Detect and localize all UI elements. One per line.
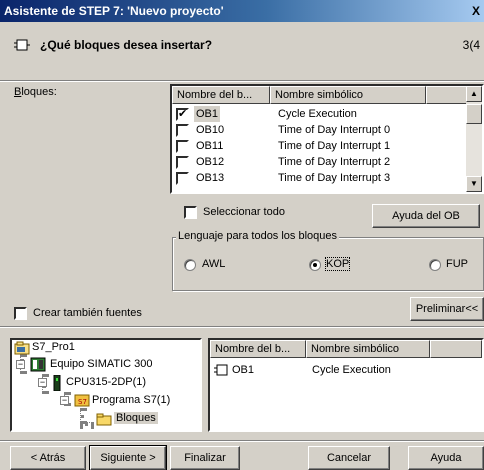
table-row[interactable]: OB1 Cycle Execution [210,362,480,378]
blocks-label: Bloques: [14,86,57,98]
cpu-icon [53,375,61,391]
footer-divider [0,440,484,442]
back-button[interactable]: < Atrás [10,446,86,470]
preview-button[interactable]: Preliminar<< [410,297,484,321]
next-button[interactable]: Siguiente > [89,445,167,470]
help-button[interactable]: Ayuda [408,446,484,470]
finish-button[interactable]: Finalizar [170,446,240,470]
collapse-icon[interactable]: − [60,396,69,405]
table-row[interactable]: OB10 Time of Day Interrupt 0 [172,122,468,138]
row-checkbox[interactable] [176,172,189,185]
program-icon: S7 [74,394,90,407]
table-row[interactable]: OB12 Time of Day Interrupt 2 [172,154,468,170]
column-header-name[interactable]: Nombre del b... [210,340,306,358]
preview-table[interactable]: Nombre del b... Nombre simbólico OB1 Cyc… [208,338,484,432]
station-icon [30,357,46,372]
table-row[interactable]: OB11 Time of Day Interrupt 1 [172,138,468,154]
column-header-name[interactable]: Nombre del b... [172,86,270,104]
row-symbol: Time of Day Interrupt 0 [278,124,391,136]
radio-fup-label[interactable]: FUP [446,258,468,270]
row-checkbox[interactable]: ✔ [176,108,189,121]
select-all-checkbox[interactable] [184,206,197,219]
select-all-label[interactable]: Seleccionar todo [203,206,285,218]
tree-item-program[interactable]: Programa S7(1) [92,394,170,406]
radio-kop[interactable] [309,259,321,271]
row-checkbox[interactable] [176,156,189,169]
column-header-symbol[interactable]: Nombre simbólico [306,340,430,358]
help-ob-button[interactable]: Ayuda del OB [372,204,480,228]
row-symbol: Cycle Execution [312,364,391,376]
tree-item-cpu[interactable]: CPU315-2DP(1) [66,376,146,388]
language-group-title: Lenguaje para todos los bloques [176,230,340,242]
table-row[interactable]: OB13 Time of Day Interrupt 3 [172,170,468,186]
cancel-button[interactable]: Cancelar [308,446,390,470]
row-name: OB13 [196,172,225,184]
blocks-icon [14,39,30,51]
row-checkbox[interactable] [176,140,189,153]
step-indicator: 3(4 [462,38,480,52]
title-bar: Asistente de STEP 7: 'Nuevo proyecto' X [0,0,484,22]
create-sources-checkbox[interactable] [14,307,27,320]
row-name: OB11 [196,140,224,152]
row-checkbox[interactable] [176,124,189,137]
wizard-question: ¿Qué bloques desea insertar? [40,38,213,52]
row-symbol: Time of Day Interrupt 3 [278,172,391,184]
blocks-table[interactable]: Nombre del b... Nombre simbólico ✔ OB1 C… [170,84,484,194]
radio-kop-label[interactable]: KOP [324,257,351,271]
tree-item-station[interactable]: Equipo SIMATIC 300 [50,358,153,370]
row-name: OB1 [194,106,221,122]
row-name: OB10 [196,124,225,136]
column-header-empty [430,340,482,358]
table-row[interactable]: ✔ OB1 Cycle Execution [172,106,468,122]
svg-text:S7: S7 [78,398,87,406]
tree-connector [80,422,94,426]
wizard-header: ¿Qué bloques desea insertar? 3(4 [0,22,484,80]
column-header-symbol[interactable]: Nombre simbólico [270,86,426,104]
column-header-empty [426,86,468,104]
close-icon[interactable]: X [472,0,480,22]
radio-awl[interactable] [184,259,196,271]
row-symbol: Time of Day Interrupt 1 [278,140,391,152]
scroll-down-icon[interactable]: ▼ [466,176,482,192]
window-title: Asistente de STEP 7: 'Nuevo proyecto' [4,4,224,18]
block-icon [214,364,228,376]
project-icon [14,341,30,355]
scroll-up-icon[interactable]: ▲ [466,86,482,102]
collapse-icon[interactable]: − [16,360,25,369]
collapse-icon[interactable]: − [38,378,47,387]
radio-fup[interactable] [429,259,441,271]
vertical-scrollbar[interactable]: ▲ ▼ [466,86,482,192]
project-tree[interactable]: S7_Pro1 − Equipo SIMATIC 300 − CPU315-2D… [10,338,202,432]
row-name: OB12 [196,156,225,168]
scroll-thumb[interactable] [466,104,482,124]
row-name: OB1 [232,364,255,376]
preview-divider [0,326,484,328]
tree-item-project[interactable]: S7_Pro1 [32,341,75,353]
row-symbol: Cycle Execution [278,108,357,120]
folder-icon [96,413,112,426]
radio-awl-label[interactable]: AWL [202,258,225,270]
header-divider [0,80,484,82]
row-symbol: Time of Day Interrupt 2 [278,156,391,168]
tree-item-blocks[interactable]: Bloques [114,412,158,424]
create-sources-label[interactable]: Crear también fuentes [33,307,142,319]
